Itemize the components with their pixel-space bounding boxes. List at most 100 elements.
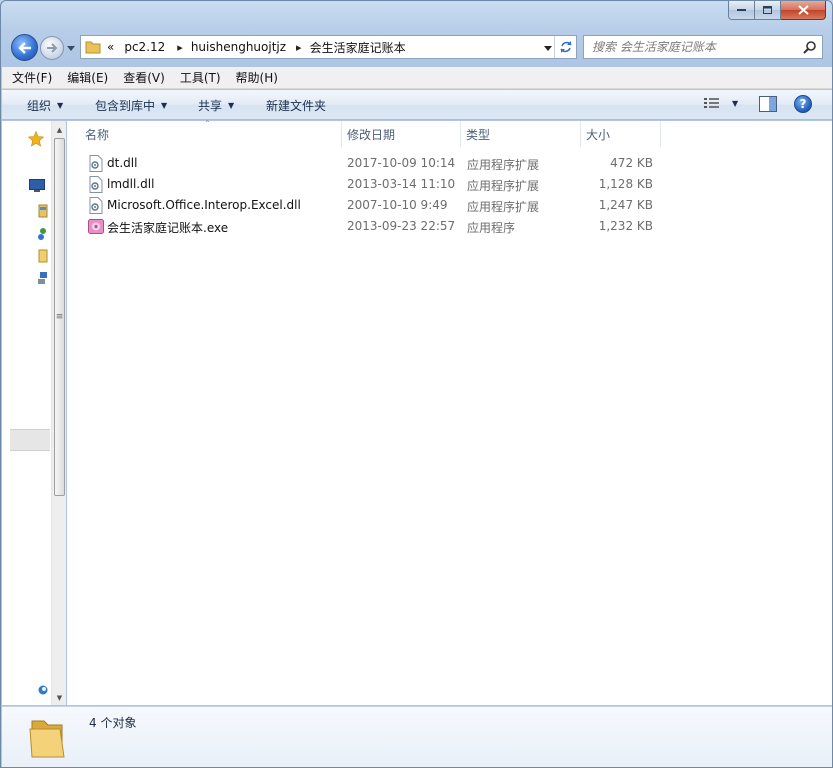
back-arrow-icon (17, 41, 31, 54)
scrollbar-thumb[interactable]: ≡ (54, 138, 65, 496)
view-details-icon (704, 98, 719, 108)
chevron-down-icon: ▼ (732, 98, 739, 108)
search-box[interactable] (583, 35, 823, 59)
file-size: 1,128 KB (598, 177, 653, 191)
folder-icon (85, 40, 105, 54)
computer-folder-icon[interactable] (38, 249, 48, 263)
column-header-modified[interactable]: 修改日期 (342, 121, 461, 147)
search-input[interactable] (592, 37, 802, 57)
chevron-down-icon: ▼ (228, 101, 235, 110)
include-in-library-button[interactable]: 包含到库中 ▼ (95, 97, 167, 114)
column-size-label: 大小 (586, 127, 611, 142)
file-list: 名称 ⌃ 修改日期 类型 大小 dt.dll 2017-10-09 10:14 … (67, 119, 832, 705)
file-modified: 2013-03-14 11:10 (347, 177, 456, 191)
menu-file[interactable]: 文件(F) (12, 69, 52, 86)
column-header-type[interactable]: 类型 (461, 121, 581, 147)
file-row[interactable]: Microsoft.Office.Interop.Excel.dll 2007-… (85, 195, 665, 216)
item-count: 4 个对象 (89, 716, 137, 730)
file-type: 应用程序扩展 (467, 179, 540, 193)
file-type: 应用程序 (467, 221, 516, 235)
chevron-down-icon: ▼ (57, 101, 64, 110)
file-row[interactable]: 会生活家庭记账本.exe 2013-09-23 22:57 应用程序 1,232… (85, 216, 665, 237)
file-name: dt.dll (107, 156, 138, 170)
sort-ascending-icon: ⌃ (204, 119, 211, 128)
file-row[interactable]: lmdll.dll 2013-03-14 11:10 应用程序扩展 1,128 … (85, 174, 665, 195)
favorites-star-icon[interactable] (28, 131, 44, 147)
column-header-size[interactable]: 大小 (581, 121, 661, 147)
navigation-pane: ▲ ≡ ▼ (2, 121, 66, 705)
refresh-button[interactable] (554, 36, 576, 58)
breadcrumb-separator-icon[interactable]: ▸ (296, 41, 302, 54)
file-name: 会生活家庭记账本.exe (107, 221, 229, 235)
file-size: 1,247 KB (598, 198, 653, 212)
dll-file-icon (89, 176, 103, 193)
dll-file-icon (89, 197, 103, 214)
file-row[interactable]: dt.dll 2017-10-09 10:14 应用程序扩展 472 KB (85, 153, 665, 174)
network-icon[interactable] (38, 271, 48, 285)
maximize-icon (762, 5, 772, 14)
column-type-label: 类型 (466, 127, 491, 142)
close-icon (797, 5, 809, 15)
file-name: Microsoft.Office.Interop.Excel.dll (107, 198, 301, 212)
organize-label: 组织 (27, 99, 52, 113)
back-button[interactable] (11, 34, 38, 61)
recent-pages-dropdown[interactable] (66, 43, 76, 53)
libraries-icon[interactable] (38, 204, 48, 218)
new-folder-button[interactable]: 新建文件夹 (266, 97, 326, 114)
explorer-window: « pc2.12 ▸ huishenghuojtjz ▸ 会生活家庭记账本 文件… (0, 0, 833, 768)
minimize-button[interactable] (728, 1, 755, 20)
file-type: 应用程序扩展 (467, 200, 540, 214)
file-name: lmdll.dll (107, 177, 155, 191)
breadcrumb-separator-icon[interactable]: ▸ (177, 41, 183, 54)
breadcrumb-item-huishenghuojtjz[interactable]: huishenghuojtjz (191, 40, 286, 54)
column-name-label: 名称 (85, 127, 110, 142)
include-in-library-label: 包含到库中 (95, 99, 156, 113)
menu-edit[interactable]: 编辑(E) (67, 69, 108, 86)
maximize-button[interactable] (755, 1, 781, 20)
menu-tools[interactable]: 工具(T) (180, 69, 221, 86)
refresh-icon (559, 41, 572, 53)
share-label: 共享 (198, 99, 223, 113)
navigation-row: « pc2.12 ▸ huishenghuojtjz ▸ 会生活家庭记账本 (1, 31, 832, 63)
address-bar[interactable]: « pc2.12 ▸ huishenghuojtjz ▸ 会生活家庭记账本 (80, 35, 577, 59)
column-header-row: 名称 ⌃ 修改日期 类型 大小 (67, 119, 832, 147)
minimize-icon (736, 9, 746, 11)
file-modified: 2013-09-23 22:57 (347, 219, 456, 233)
chevron-down-icon: ▼ (161, 101, 168, 110)
breadcrumb-overflow[interactable]: « (107, 40, 114, 54)
caption-buttons (728, 1, 826, 20)
forward-button[interactable] (40, 36, 64, 60)
change-view-button[interactable]: ▼ (704, 97, 738, 109)
details-pane: 4 个对象 (2, 706, 832, 767)
chevron-down-icon (67, 45, 75, 51)
file-modified: 2017-10-09 10:14 (347, 156, 456, 170)
preview-pane-icon[interactable] (759, 96, 777, 112)
menu-help[interactable]: 帮助(H) (236, 69, 278, 86)
share-button[interactable]: 共享 ▼ (198, 97, 234, 114)
folder-icon (29, 720, 65, 758)
address-dropdown[interactable] (542, 42, 554, 54)
new-folder-label: 新建文件夹 (266, 99, 327, 113)
desktop-icon[interactable] (29, 179, 45, 193)
breadcrumb-item-pc2[interactable]: pc2.12 (124, 40, 165, 54)
file-size: 472 KB (610, 156, 653, 170)
nav-pane-selection (10, 429, 50, 451)
scroll-up-icon[interactable]: ▲ (55, 125, 64, 134)
help-icon[interactable]: ? (794, 95, 812, 113)
menu-bar: 文件(F) 编辑(E) 查看(V) 工具(T) 帮助(H) (2, 67, 832, 89)
search-icon (803, 41, 816, 54)
control-panel-icon[interactable] (38, 684, 48, 696)
column-modified-label: 修改日期 (347, 127, 396, 142)
homegroup-icon[interactable] (38, 227, 48, 241)
scroll-down-icon[interactable]: ▼ (55, 693, 64, 702)
organize-button[interactable]: 组织 ▼ (27, 97, 63, 114)
file-type: 应用程序扩展 (467, 158, 540, 172)
menu-view[interactable]: 查看(V) (123, 69, 165, 86)
exe-app-icon (88, 219, 104, 234)
breadcrumb-item-current[interactable]: 会生活家庭记账本 (310, 39, 406, 56)
nav-pane-scrollbar[interactable]: ▲ ≡ ▼ (51, 121, 66, 705)
file-size: 1,232 KB (598, 219, 653, 233)
command-bar: 组织 ▼ 包含到库中 ▼ 共享 ▼ 新建文件夹 ▼ ? (2, 90, 832, 120)
dll-file-icon (89, 155, 103, 172)
close-button[interactable] (781, 1, 826, 20)
